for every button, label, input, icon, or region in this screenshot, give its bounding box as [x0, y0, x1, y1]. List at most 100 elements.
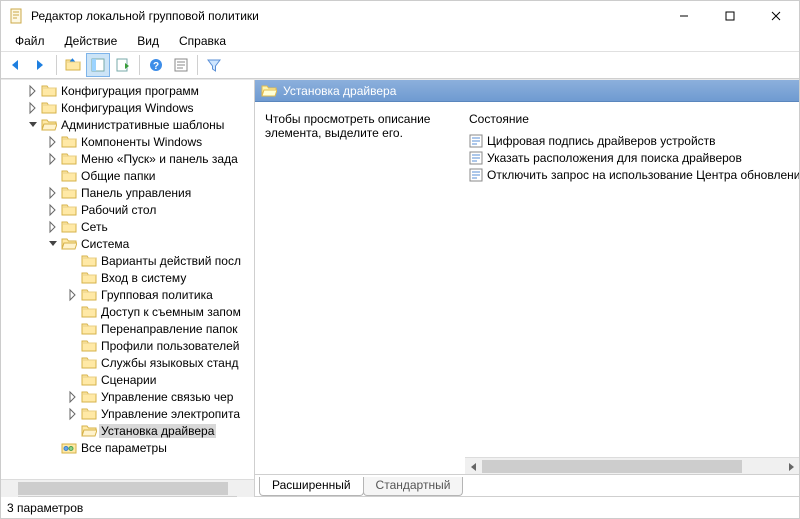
setting-icon: [469, 134, 483, 148]
folder-icon: [61, 219, 77, 235]
tree-label: Сеть: [79, 220, 110, 234]
tree-item[interactable]: Службы языковых станд: [1, 354, 254, 371]
tree-label: Все параметры: [79, 441, 169, 455]
tree-item[interactable]: Рабочий стол: [1, 201, 254, 218]
tree-item[interactable]: Система: [1, 235, 254, 252]
expander-icon[interactable]: [45, 185, 61, 201]
properties-button[interactable]: [169, 53, 193, 77]
show-tree-button[interactable]: [86, 53, 110, 77]
app-icon: [9, 8, 25, 24]
tree-item[interactable]: Сеть: [1, 218, 254, 235]
filter-button[interactable]: [202, 53, 226, 77]
tab-extended[interactable]: Расширенный: [259, 477, 364, 496]
folder-icon: [81, 321, 97, 337]
export-list-button[interactable]: [111, 53, 135, 77]
tree-item[interactable]: Конфигурация Windows: [1, 99, 254, 116]
list-item[interactable]: Отключить запрос на использование Центра…: [465, 166, 799, 183]
expander-icon[interactable]: [25, 83, 41, 99]
folder-icon: [61, 134, 77, 150]
menu-view[interactable]: Вид: [127, 32, 169, 50]
tree-item[interactable]: Общие папки: [1, 167, 254, 184]
tree-label: Установка драйвера: [99, 424, 216, 438]
tree-label: Общие папки: [79, 169, 157, 183]
folder-open-icon: [41, 117, 57, 133]
list-item-label: Отключить запрос на использование Центра…: [487, 168, 799, 182]
tree-horizontal-scrollbar[interactable]: [1, 479, 254, 496]
tree-label: Панель управления: [79, 186, 193, 200]
tree-label: Конфигурация Windows: [59, 101, 196, 115]
list-item[interactable]: Указать расположения для поиска драйверо…: [465, 149, 799, 166]
folder-open-icon: [81, 423, 97, 439]
menu-file[interactable]: Файл: [5, 32, 55, 50]
expander-icon[interactable]: [25, 117, 41, 133]
list-horizontal-scrollbar[interactable]: [465, 457, 799, 474]
tree-item[interactable]: Административные шаблоны: [1, 116, 254, 133]
tree-item[interactable]: Управление электропита: [1, 405, 254, 422]
nav-forward-button[interactable]: [28, 53, 52, 77]
tree-label: Профили пользователей: [99, 339, 241, 353]
tab-standard[interactable]: Стандартный: [363, 477, 464, 496]
tree-label: Конфигурация программ: [59, 84, 201, 98]
description-hint: Чтобы просмотреть описание элемента, выд…: [255, 102, 465, 474]
tree-item[interactable]: Панель управления: [1, 184, 254, 201]
details-header: Установка драйвера: [255, 80, 799, 102]
tree-item[interactable]: Доступ к съемным запом: [1, 303, 254, 320]
list-item[interactable]: Цифровая подпись драйверов устройств: [465, 132, 799, 149]
expander-blank: [65, 253, 81, 269]
tree-item[interactable]: Перенаправление папок: [1, 320, 254, 337]
tree-label: Варианты действий посл: [99, 254, 243, 268]
tree-item[interactable]: Групповая политика: [1, 286, 254, 303]
tree-item[interactable]: Сценарии: [1, 371, 254, 388]
nav-up-button[interactable]: [61, 53, 85, 77]
list-item-label: Указать расположения для поиска драйверо…: [487, 151, 742, 165]
folder-icon: [81, 372, 97, 388]
tree-label: Групповая политика: [99, 288, 215, 302]
status-bar: 3 параметров: [1, 496, 799, 518]
minimize-button[interactable]: [661, 1, 707, 31]
expander-icon[interactable]: [25, 100, 41, 116]
folder-icon: [81, 406, 97, 422]
tree-label: Административные шаблоны: [59, 118, 226, 132]
expander-icon[interactable]: [45, 236, 61, 252]
tree-label: Система: [79, 237, 131, 251]
tree-item[interactable]: Компоненты Windows: [1, 133, 254, 150]
tree-label: Управление связью чер: [99, 390, 235, 404]
help-button[interactable]: [144, 53, 168, 77]
tree-item[interactable]: Вход в систему: [1, 269, 254, 286]
nav-back-button[interactable]: [3, 53, 27, 77]
tree-label: Рабочий стол: [79, 203, 158, 217]
tree-item[interactable]: Управление связью чер: [1, 388, 254, 405]
tree-item[interactable]: Профили пользователей: [1, 337, 254, 354]
menu-bar: Файл Действие Вид Справка: [1, 31, 799, 51]
expander-icon[interactable]: [45, 202, 61, 218]
folder-icon: [41, 83, 57, 99]
tree-item[interactable]: Все параметры: [1, 439, 254, 456]
expander-blank: [65, 338, 81, 354]
status-text: 3 параметров: [7, 501, 83, 515]
column-header-state[interactable]: Состояние: [465, 102, 799, 132]
menu-action[interactable]: Действие: [55, 32, 128, 50]
menu-help[interactable]: Справка: [169, 32, 236, 50]
list-item-label: Цифровая подпись драйверов устройств: [487, 134, 716, 148]
expander-blank: [65, 355, 81, 371]
expander-icon[interactable]: [65, 406, 81, 422]
tree[interactable]: Конфигурация программ Конфигурация Windo…: [1, 82, 254, 456]
tree-label: Компоненты Windows: [79, 135, 204, 149]
expander-icon[interactable]: [45, 219, 61, 235]
close-button[interactable]: [753, 1, 799, 31]
tree-item[interactable]: Варианты действий посл: [1, 252, 254, 269]
folder-icon: [81, 389, 97, 405]
expander-icon[interactable]: [45, 151, 61, 167]
tree-item-selected[interactable]: Установка драйвера: [1, 422, 254, 439]
tree-label: Вход в систему: [99, 271, 188, 285]
expander-icon[interactable]: [45, 134, 61, 150]
tree-item[interactable]: Меню «Пуск» и панель зада: [1, 150, 254, 167]
folder-open-icon: [261, 83, 277, 99]
tree-item[interactable]: Конфигурация программ: [1, 82, 254, 99]
folder-icon: [81, 338, 97, 354]
details-title: Установка драйвера: [283, 84, 396, 98]
expander-icon[interactable]: [65, 287, 81, 303]
expander-icon[interactable]: [65, 389, 81, 405]
maximize-button[interactable]: [707, 1, 753, 31]
setting-icon: [469, 168, 483, 182]
